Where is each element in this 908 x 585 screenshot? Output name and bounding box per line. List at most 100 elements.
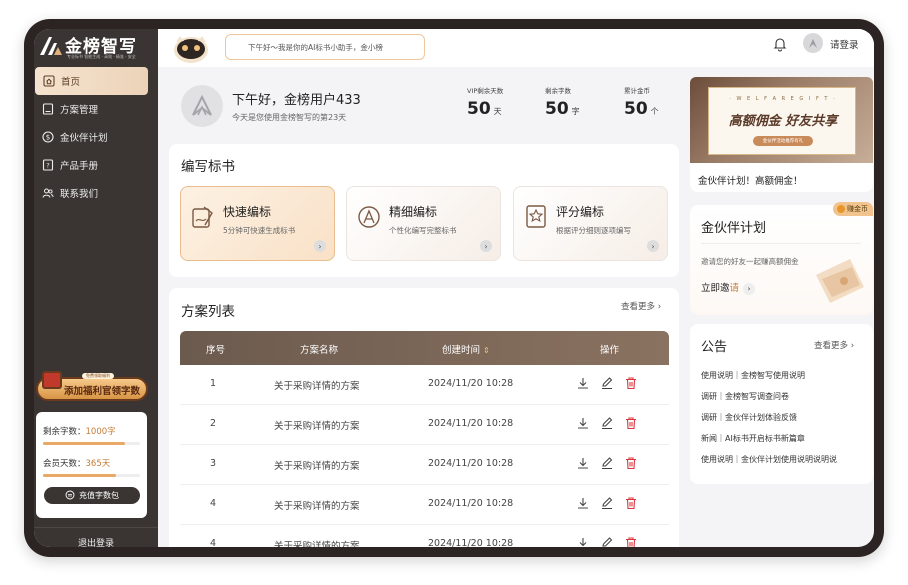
banner-headline: 高额佣金 好友共享 bbox=[728, 114, 838, 129]
partner-title: 金伙伴计划 bbox=[701, 221, 767, 236]
section-title: 方案列表 bbox=[181, 304, 235, 320]
announcement-item[interactable]: 调研｜金榜智写调查问卷 bbox=[701, 391, 789, 402]
promo-tag: 免费领取福利 bbox=[82, 373, 114, 379]
delete-icon[interactable] bbox=[624, 536, 638, 547]
mode-title: 精细编标 bbox=[389, 205, 438, 219]
app-screen: 金榜智写 专业标书 智能生成 · 高效 · 精准 · 安全 首页 方案管理 $ … bbox=[34, 29, 874, 547]
gift-box-icon bbox=[42, 371, 62, 389]
wallet-illustration-icon bbox=[816, 259, 864, 303]
column-header: 操作 bbox=[600, 345, 620, 356]
announcement-item[interactable]: 调研｜金伙伴计划体验反馈 bbox=[701, 412, 797, 423]
table-row: 1 关于采购详情的方案 2024/11/20 10:28 bbox=[180, 365, 669, 405]
svg-text:?: ? bbox=[46, 162, 49, 170]
fine-write-card[interactable]: 精细编标 个性化编写完整标书 › bbox=[346, 186, 501, 261]
coin-icon bbox=[837, 205, 845, 213]
svg-text:$: $ bbox=[46, 134, 50, 142]
welfare-banner-card[interactable]: · W E L F A R E G I F T · 高额佣金 好友共享 金伙伴活… bbox=[690, 77, 873, 192]
announcement-item[interactable]: 使用说明｜金榜智写使用说明 bbox=[701, 370, 805, 381]
sidebar-item-label: 产品手册 bbox=[60, 161, 99, 172]
edit-icon[interactable] bbox=[600, 496, 614, 510]
avatar-logo-icon bbox=[192, 94, 212, 116]
download-icon[interactable] bbox=[576, 456, 590, 470]
column-header: 方案名称 bbox=[300, 345, 339, 356]
sidebar-item-label: 首页 bbox=[61, 77, 81, 88]
top-header: 下午好～我是你的AI标书小助手，金小榜 请登录 bbox=[158, 29, 874, 67]
invite-now-link[interactable]: 立即邀请 › bbox=[701, 280, 756, 295]
score-write-icon bbox=[526, 205, 546, 228]
recharge-button[interactable]: 充值字数包 bbox=[44, 487, 140, 504]
fine-write-icon bbox=[358, 206, 380, 228]
recharge-icon bbox=[65, 490, 75, 502]
announcement-item[interactable]: 新闻｜AI标书开启标书新篇章 bbox=[701, 433, 805, 444]
mode-subtitle: 根据评分细则逐项编写 bbox=[556, 226, 631, 235]
dollar-icon: $ bbox=[42, 131, 54, 143]
document-icon bbox=[42, 103, 54, 115]
chevron-right-icon: › bbox=[314, 240, 326, 252]
mode-title: 评分编标 bbox=[556, 205, 605, 219]
sidebar-item-partner[interactable]: $ 金伙伴计划 bbox=[34, 123, 158, 151]
user-avatar-large bbox=[181, 85, 223, 127]
plan-list-section: 方案列表 查看更多 › 序号 方案名称 创建时间 ⇕ 操作 1 关于采购详情的方… bbox=[169, 288, 679, 547]
sort-icon: ⇕ bbox=[483, 346, 490, 355]
logo-mark-icon bbox=[40, 37, 62, 55]
sidebar-item-label: 方案管理 bbox=[60, 105, 99, 116]
sidebar-item-contact[interactable]: 联系我们 bbox=[34, 179, 158, 207]
chevron-right-icon: › bbox=[480, 240, 492, 252]
mode-subtitle: 个性化编写完整标书 bbox=[389, 226, 457, 235]
contacts-icon bbox=[42, 187, 54, 199]
edit-icon[interactable] bbox=[600, 456, 614, 470]
announcement-item[interactable]: 使用说明｜金伙伴计划使用说明说明说 bbox=[701, 454, 837, 465]
sidebar-nav: 首页 方案管理 $ 金伙伴计划 ? 产品手册 联系我们 bbox=[34, 67, 158, 207]
account-panel: 剩余字数：1000字 会员天数：365天 充值字数包 bbox=[36, 412, 147, 518]
sidebar-item-manual[interactable]: ? 产品手册 bbox=[34, 151, 158, 179]
sidebar-item-plans[interactable]: 方案管理 bbox=[34, 95, 158, 123]
sidebar-item-home[interactable]: 首页 bbox=[35, 67, 148, 95]
chevron-right-icon: › bbox=[647, 240, 659, 252]
table-row: 4 关于采购详情的方案 2024/11/20 10:28 bbox=[180, 525, 669, 547]
delete-icon[interactable] bbox=[624, 376, 638, 390]
recharge-label: 充值字数包 bbox=[79, 491, 119, 500]
home-icon bbox=[43, 75, 55, 87]
edit-icon[interactable] bbox=[600, 416, 614, 430]
download-icon[interactable] bbox=[576, 416, 590, 430]
sidebar-item-label: 金伙伴计划 bbox=[60, 133, 108, 144]
row-actions bbox=[576, 416, 638, 430]
announcement-title: 公告 bbox=[701, 340, 728, 355]
column-header-sortable[interactable]: 创建时间 ⇕ bbox=[442, 342, 490, 356]
welfare-promo-banner[interactable]: 免费领取福利 添加福利官领字数 bbox=[36, 371, 148, 405]
member-days-bar bbox=[43, 474, 140, 477]
row-actions bbox=[576, 536, 638, 547]
partner-plan-card: 赚金币 金伙伴计划 邀请您的好友一起赚高额佣金 立即邀请 › bbox=[690, 202, 873, 315]
download-icon[interactable] bbox=[576, 536, 590, 547]
banner-cta: 金伙伴活动推荐有礼 bbox=[753, 136, 813, 146]
logo-subtitle: 专业标书 智能生成 · 高效 · 精准 · 安全 bbox=[67, 54, 136, 59]
mascot-icon bbox=[174, 36, 208, 63]
avatar-logo-icon bbox=[809, 39, 817, 48]
score-write-card[interactable]: 评分编标 根据评分细则逐项编写 › bbox=[513, 186, 668, 261]
device-frame: 金榜智写 专业标书 智能生成 · 高效 · 精准 · 安全 首页 方案管理 $ … bbox=[24, 19, 884, 557]
mode-subtitle: 5分钟可快速生成标书 bbox=[223, 226, 296, 235]
promo-label: 添加福利官领字数 bbox=[64, 386, 141, 397]
sidebar-item-label: 联系我们 bbox=[60, 189, 99, 200]
edit-icon[interactable] bbox=[600, 536, 614, 547]
download-icon[interactable] bbox=[576, 496, 590, 510]
welcome-section: 下午好，金榜用户433 今天是您使用金榜智写的第23天 VIP剩余天数 50 天 … bbox=[169, 77, 679, 139]
delete-icon[interactable] bbox=[624, 416, 638, 430]
stat-vip-days: VIP剩余天数 50 天 bbox=[467, 87, 504, 119]
delete-icon[interactable] bbox=[624, 456, 638, 470]
row-actions bbox=[576, 456, 638, 470]
user-avatar[interactable] bbox=[803, 33, 823, 53]
login-link[interactable]: 请登录 bbox=[830, 37, 859, 51]
remaining-words: 剩余字数：1000字 bbox=[43, 427, 116, 437]
quick-write-card[interactable]: 快速编标 5分钟可快速生成标书 › bbox=[180, 186, 335, 261]
view-more-link[interactable]: 查看更多 › bbox=[621, 300, 661, 312]
logout-button[interactable]: 退出登录 bbox=[34, 527, 158, 547]
view-more-link[interactable]: 查看更多 › bbox=[814, 339, 854, 351]
download-icon[interactable] bbox=[576, 376, 590, 390]
divider bbox=[701, 243, 861, 244]
bell-icon[interactable] bbox=[772, 36, 788, 52]
delete-icon[interactable] bbox=[624, 496, 638, 510]
manual-icon: ? bbox=[42, 159, 54, 171]
app-logo[interactable]: 金榜智写 专业标书 智能生成 · 高效 · 精准 · 安全 bbox=[34, 29, 158, 65]
edit-icon[interactable] bbox=[600, 376, 614, 390]
